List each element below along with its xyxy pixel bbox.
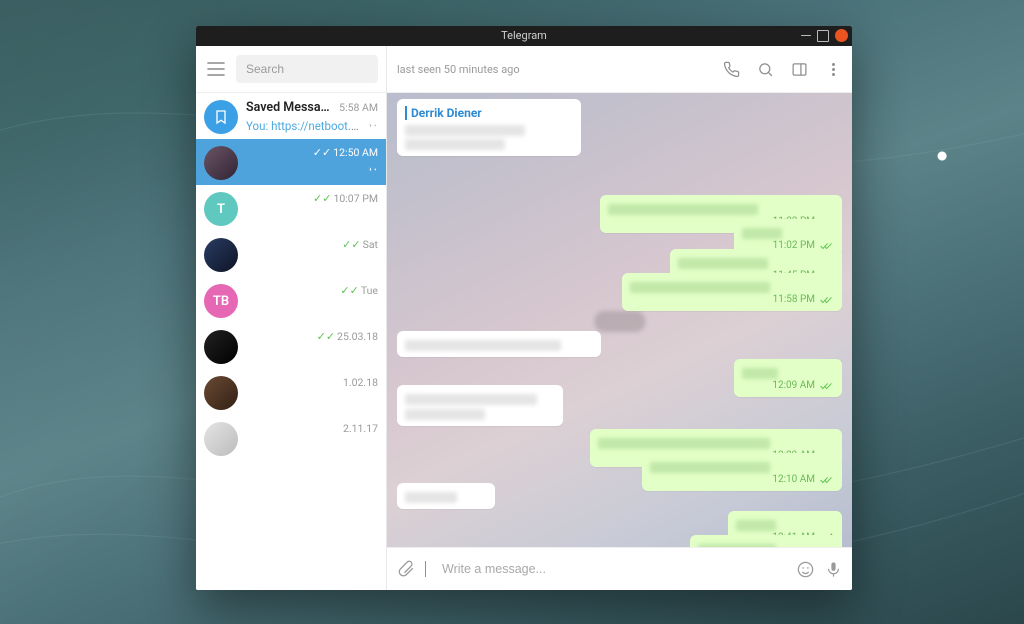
search-input[interactable] [244,61,370,77]
message-out[interactable]: 12:10 AM [642,453,842,491]
avatar [204,330,238,364]
window-titlebar: Telegram [196,26,852,46]
chat-panel: last seen 50 minutes ago [387,46,852,590]
chat-list-item[interactable]: T ✓✓10:07 PM [196,185,386,231]
message-in[interactable] [397,331,601,357]
window-title: Telegram [196,26,852,46]
chat-item-time: ✓✓Tue [340,284,378,297]
chat-list-item[interactable]: Saved Messages 5:58 AM You: https://netboo… [196,93,386,139]
emoji-icon[interactable] [796,560,815,579]
text-caret [425,561,426,577]
chat-list-item[interactable]: 2.11.17 [196,415,386,461]
chat-item-name: Saved Messages [246,100,335,115]
message-out[interactable]: 11:58 PM [622,273,842,311]
chat-item-time: 2.11.17 [343,422,378,435]
sidebar: Saved Messages 5:58 AM You: https://netboo… [196,46,387,590]
avatar [204,100,238,134]
chat-item-time: ✓✓Sat [342,238,378,251]
message-input[interactable] [440,561,786,577]
chat-item-time: ✓✓12:50 AM [313,146,378,159]
message-in[interactable]: Derrik Diener [397,99,581,156]
sidebar-top [196,46,386,93]
read-tick-icon: ✓✓ [317,330,335,343]
message-composer [387,547,852,590]
avatar: T [204,192,238,226]
avatar [204,146,238,180]
window-close-button[interactable] [835,29,848,42]
chat-list-item[interactable]: ✓✓25.03.18 [196,323,386,369]
message-sender: Derrik Diener [405,106,573,120]
voice-icon[interactable] [825,560,842,579]
message-in[interactable] [397,483,495,509]
message-out[interactable]: 12:09 AM [734,359,842,397]
chat-status: last seen 50 minutes ago [397,63,520,76]
more-icon[interactable] [824,60,842,78]
pin-icon [366,162,378,178]
window-minimize-button[interactable] [801,35,811,37]
avatar [204,422,238,456]
read-tick-icon: ✓✓ [313,192,331,205]
window-maximize-button[interactable] [817,30,829,42]
message-time: 11:58 PM [636,294,834,306]
search-box[interactable] [236,55,378,83]
menu-button[interactable] [202,55,230,83]
chat-list-item[interactable]: ✓✓Sat [196,231,386,277]
read-tick-icon: ✓✓ [340,284,358,297]
pin-icon [366,118,378,134]
message-out[interactable]: 12:49 AM [690,535,842,547]
chat-list-item[interactable]: 1.02.18 [196,369,386,415]
chat-list-item[interactable]: ✓✓12:50 AM [196,139,386,185]
chat-history[interactable]: ████ Derrik Diener11:02 PM 11:02 PM 11:4… [387,93,852,547]
attach-icon[interactable] [397,560,415,578]
chat-item-time: ✓✓25.03.18 [317,330,378,343]
chat-list-item[interactable]: TB ✓✓Tue [196,277,386,323]
chat-item-time: 1.02.18 [343,376,378,389]
read-tick-icon: ✓✓ [313,146,331,159]
message-time: 12:10 AM [656,474,834,486]
search-icon[interactable] [756,60,774,78]
chat-header: last seen 50 minutes ago [387,46,852,93]
date-separator: ████ [594,311,645,332]
chat-item-preview: You: https://netboot.xyz... [246,119,362,133]
avatar [204,376,238,410]
chat-item-time: ✓✓10:07 PM [313,192,378,205]
message-in[interactable] [397,385,563,426]
call-icon[interactable] [722,60,740,78]
side-panel-icon[interactable] [790,60,808,78]
telegram-window: Telegram Saved Messages 5:58 AM You: https… [196,26,852,590]
avatar [204,238,238,272]
message-time: 12:09 AM [748,380,834,392]
avatar: TB [204,284,238,318]
chat-item-time: 5:58 AM [339,101,378,114]
chat-list: Saved Messages 5:58 AM You: https://netboo… [196,93,386,590]
read-tick-icon: ✓✓ [342,238,360,251]
